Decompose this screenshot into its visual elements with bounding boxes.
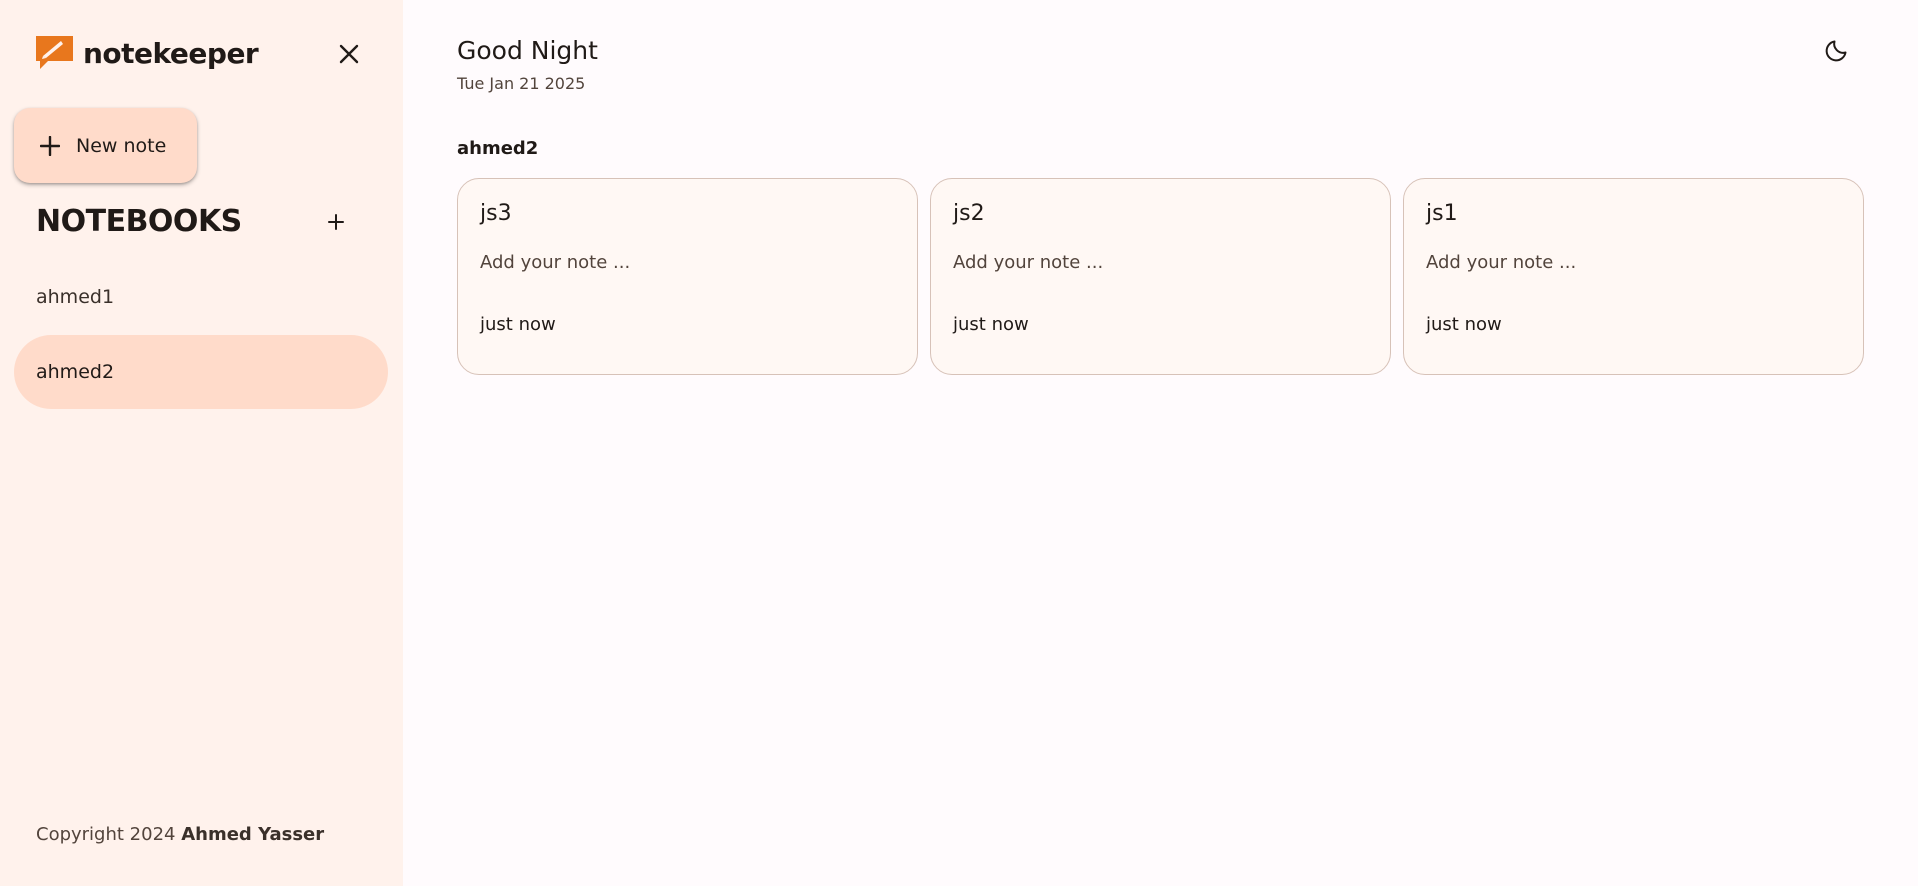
note-card[interactable]: js2 Add your note ... just now [930, 178, 1391, 375]
note-card[interactable]: js1 Add your note ... just now [1403, 178, 1864, 375]
brand-name: notekeeper [83, 36, 259, 70]
plus-icon [328, 214, 344, 230]
close-icon [339, 44, 359, 64]
greeting: Good Night [457, 36, 598, 65]
note-title: js1 [1426, 201, 1458, 226]
notes-grid: js3 Add your note ... just now js2 Add y… [457, 178, 1864, 375]
notebook-item-ahmed2[interactable]: ahmed2 [14, 335, 388, 409]
main-content: Good Night Tue Jan 21 2025 ahmed2 js3 Ad… [403, 0, 1918, 886]
copyright-author[interactable]: Ahmed Yasser [181, 824, 324, 845]
theme-toggle-button[interactable] [1821, 30, 1857, 66]
notebook-item-label: ahmed2 [36, 361, 115, 383]
notebooks-heading: NOTEBOOKS [36, 204, 242, 239]
close-sidebar-button[interactable] [333, 38, 365, 70]
brand[interactable]: notekeeper [36, 36, 259, 70]
notekeeper-logo-icon [36, 36, 73, 69]
note-time: just now [480, 314, 556, 335]
new-note-label: New note [76, 134, 167, 157]
moon-icon [1825, 40, 1847, 62]
copyright: Copyright 2024 Ahmed Yasser [36, 824, 324, 845]
note-body: Add your note ... [480, 252, 631, 273]
note-card[interactable]: js3 Add your note ... just now [457, 178, 918, 375]
plus-icon [40, 135, 60, 156]
notebook-item-label: ahmed1 [36, 286, 115, 308]
add-notebook-button[interactable] [320, 206, 352, 238]
notebook-item-ahmed1[interactable]: ahmed1 [14, 260, 388, 334]
note-time: just now [953, 314, 1029, 335]
notebook-title: ahmed2 [457, 138, 539, 159]
sidebar: notekeeper New note NOTEBOOKS ahmed1 ahm… [0, 0, 403, 886]
current-date: Tue Jan 21 2025 [457, 74, 586, 93]
copyright-text: Copyright 2024 [36, 824, 176, 845]
new-note-button[interactable]: New note [14, 108, 197, 183]
note-title: js3 [480, 201, 512, 226]
note-time: just now [1426, 314, 1502, 335]
note-title: js2 [953, 201, 985, 226]
note-body: Add your note ... [1426, 252, 1577, 273]
note-body: Add your note ... [953, 252, 1104, 273]
app-root: notekeeper New note NOTEBOOKS ahmed1 ahm… [0, 0, 1918, 886]
